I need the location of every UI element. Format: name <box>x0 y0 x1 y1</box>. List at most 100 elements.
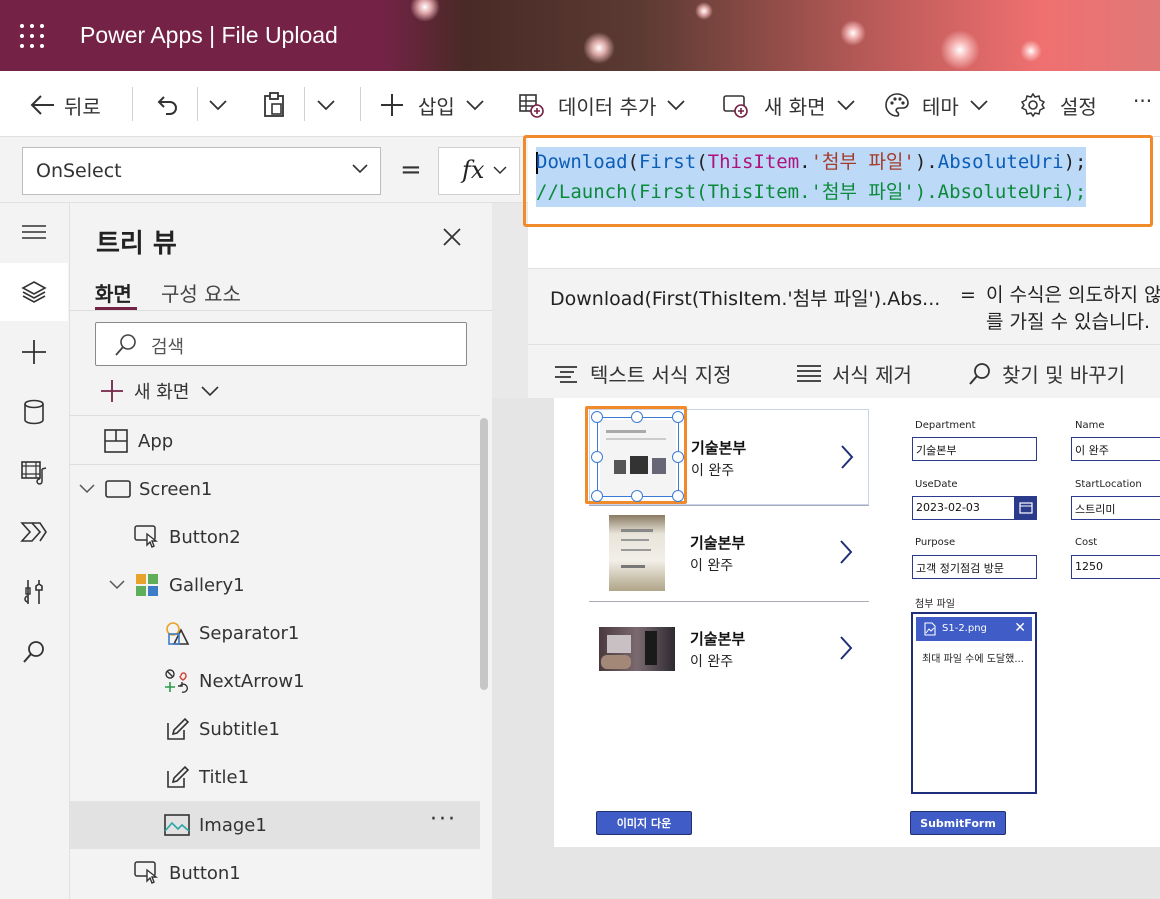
button-icon <box>134 861 159 884</box>
gallery-image[interactable] <box>599 627 675 671</box>
back-button[interactable]: 뒤로 <box>30 91 101 119</box>
chevron-down-icon <box>317 100 335 111</box>
tree-item-image1[interactable]: Image1 ··· <box>70 801 480 849</box>
name-field[interactable]: 이 완주 <box>1071 437 1160 461</box>
rail-insert[interactable] <box>0 323 68 381</box>
panel-title: 트리 뷰 <box>96 229 177 259</box>
cost-field[interactable]: 1250 <box>1071 555 1160 579</box>
tree-item-subtitle1[interactable]: Subtitle1 <box>70 705 480 753</box>
cost-label: Cost <box>1075 537 1098 548</box>
find-replace-button[interactable]: 찾기 및 바꾸기 <box>968 359 1125 388</box>
paste-dropdown[interactable] <box>316 91 336 119</box>
tree-item-screen1[interactable]: Screen1 <box>70 465 480 513</box>
submit-form-button[interactable]: SubmitForm <box>910 811 1006 835</box>
tree-item-separator1[interactable]: Separator1 <box>70 609 480 657</box>
insert-button[interactable]: 삽입 <box>380 91 485 119</box>
undo-icon <box>157 96 177 115</box>
property-dropdown[interactable]: OnSelect <box>22 147 381 195</box>
image-download-button[interactable]: 이미지 다운 <box>596 811 692 835</box>
resize-handle[interactable] <box>591 411 603 423</box>
format-text-button[interactable]: 텍스트 서식 지정 <box>554 359 732 388</box>
database-add-icon <box>519 94 544 118</box>
close-icon[interactable] <box>442 227 462 247</box>
tree-item-button1[interactable]: Button1 <box>70 849 480 897</box>
resize-handle[interactable] <box>631 411 643 423</box>
tree-item-label: Screen1 <box>139 478 213 500</box>
waffle-icon[interactable] <box>20 24 44 48</box>
resize-handle[interactable] <box>672 451 684 463</box>
rail-power-automate[interactable] <box>0 503 68 561</box>
tab-components[interactable]: 구성 요소 <box>161 278 241 307</box>
tree-scrollbar[interactable] <box>480 418 488 690</box>
add-data-button[interactable]: 데이터 추가 <box>518 91 686 119</box>
gallery-subtitle: 이 완주 <box>690 654 734 670</box>
chevron-down-icon <box>667 100 685 111</box>
format-text-label: 텍스트 서식 지정 <box>590 363 732 387</box>
plus-icon <box>22 340 46 364</box>
search-input[interactable]: 검색 <box>95 322 467 366</box>
tree-item-button2[interactable]: Button2 <box>70 513 480 561</box>
rail-advanced-tools[interactable] <box>0 563 68 621</box>
selection-box <box>597 417 679 497</box>
theme-button[interactable]: 테마 <box>884 91 989 119</box>
rail-data[interactable] <box>0 383 68 441</box>
chevron-down-icon[interactable] <box>79 484 95 494</box>
department-field[interactable]: 기술본부 <box>912 437 1037 461</box>
chevron-down-icon <box>970 100 988 111</box>
divider <box>132 87 133 121</box>
search-placeholder: 검색 <box>151 337 185 358</box>
undo-dropdown[interactable] <box>208 91 228 119</box>
next-arrow-icon[interactable] <box>840 444 854 470</box>
attachment-control[interactable]: S1-2.png ✕ 최대 파일 수에 도달했... <box>911 612 1037 794</box>
department-label: Department <box>915 420 976 431</box>
gallery-image[interactable] <box>609 515 665 591</box>
hamburger-button[interactable] <box>0 203 68 261</box>
more-commands-button[interactable]: ··· <box>1133 87 1152 115</box>
new-screen-icon <box>723 95 748 118</box>
gallery-item[interactable]: 기술본부 이 완주 <box>589 505 869 601</box>
calendar-button[interactable] <box>1015 496 1037 520</box>
tree-item-gallery1[interactable]: Gallery1 <box>70 561 480 609</box>
header-decoration <box>840 20 866 46</box>
more-options-button[interactable]: ··· <box>430 807 457 832</box>
new-screen-button[interactable]: 새 화면 <box>722 91 856 119</box>
undo-button[interactable] <box>156 91 180 119</box>
next-arrow-icon[interactable] <box>839 635 853 661</box>
settings-label: 설정 <box>1060 94 1097 119</box>
tree-item-title1[interactable]: Title1 <box>70 753 480 801</box>
chevron-down-icon <box>201 385 219 396</box>
rail-media[interactable] <box>0 443 68 501</box>
gallery-title: 기술본부 <box>690 534 746 552</box>
file-image-icon <box>924 622 936 636</box>
settings-button[interactable]: 설정 <box>1020 91 1097 119</box>
resize-handle[interactable] <box>591 490 603 502</box>
resize-handle[interactable] <box>672 411 684 423</box>
usedate-field[interactable]: 2023-02-03 <box>912 496 1015 520</box>
gallery-title: 기술본부 <box>690 630 746 648</box>
rail-search[interactable] <box>0 623 68 681</box>
tree-item-label: Button2 <box>169 526 241 548</box>
startlocation-field[interactable]: 스트리미 <box>1071 496 1160 520</box>
purpose-field[interactable]: 고객 정기점검 방문 <box>912 555 1037 579</box>
remove-attachment-icon[interactable]: ✕ <box>1014 620 1026 636</box>
tree-item-app[interactable]: App <box>70 417 480 465</box>
chevron-down-icon <box>466 100 484 111</box>
remove-format-label: 서식 제거 <box>832 363 912 387</box>
chevron-down-icon[interactable] <box>109 580 125 590</box>
resize-handle[interactable] <box>631 490 643 502</box>
gallery-item[interactable]: 기술본부 이 완주 <box>589 601 869 697</box>
paste-button[interactable] <box>262 91 286 119</box>
attached-file-name: S1-2.png <box>942 623 987 634</box>
new-screen-tree-button[interactable]: 새 화면 <box>100 378 219 404</box>
attached-file[interactable]: S1-2.png ✕ <box>916 617 1032 641</box>
gear-icon <box>1020 92 1046 118</box>
next-arrow-icon[interactable] <box>839 539 853 565</box>
resize-handle[interactable] <box>591 451 603 463</box>
resize-handle[interactable] <box>672 490 684 502</box>
remove-format-button[interactable]: 서식 제거 <box>796 359 912 388</box>
tab-screens[interactable]: 화면 <box>95 278 132 307</box>
tree-item-nextarrow1[interactable]: NextArrow1 <box>70 657 480 705</box>
rail-tree-view[interactable] <box>0 263 68 321</box>
search-icon <box>23 641 44 663</box>
fx-button[interactable]: fx <box>438 147 520 195</box>
